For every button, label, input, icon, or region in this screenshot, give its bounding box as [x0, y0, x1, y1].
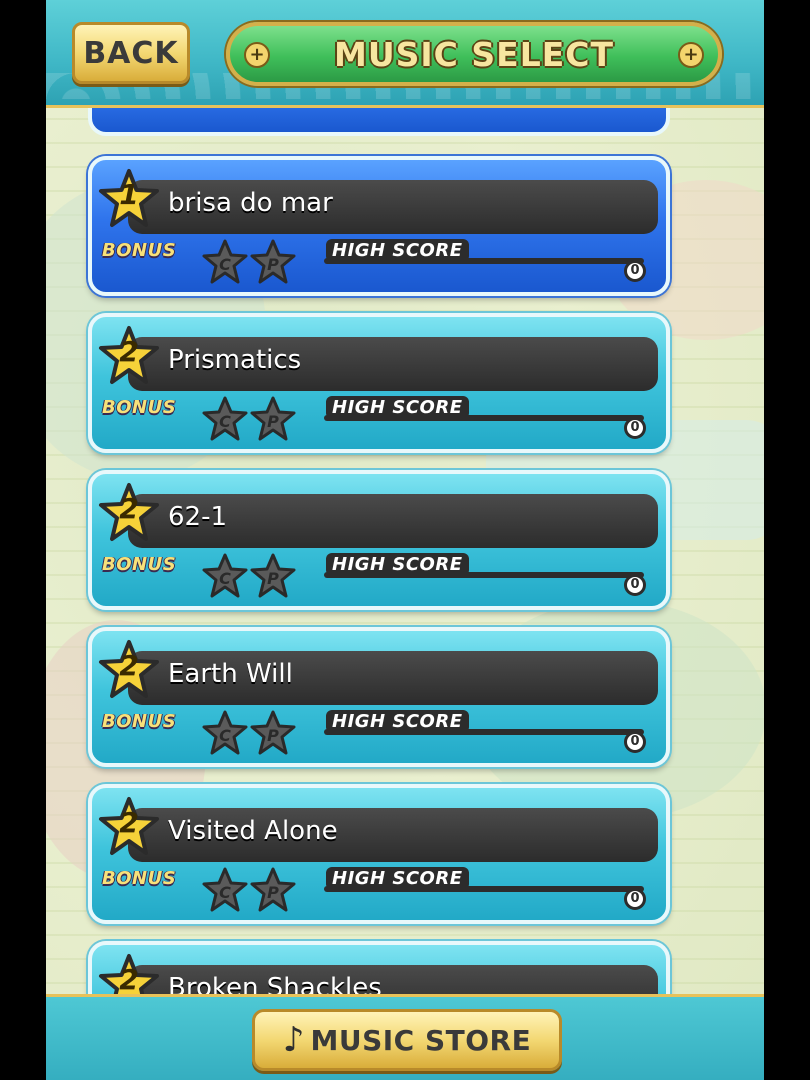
difficulty-level: 2	[119, 492, 139, 525]
medal-p-icon: P	[248, 238, 298, 288]
song-card[interactable]: 2 Prismatics BONUS C P HIGH SCORE 0	[88, 313, 670, 453]
high-score-label: HIGH SCORE	[326, 867, 469, 890]
high-score-value: 0	[624, 417, 646, 439]
title-banner: + MUSIC SELECT +	[226, 22, 722, 86]
header-bar: BACK + MUSIC SELECT +	[46, 0, 764, 108]
medal-c-icon: C	[200, 709, 250, 759]
song-card[interactable]: 1 brisa do mar BONUS C P HIGH SCORE 0	[88, 156, 670, 296]
svg-text:P: P	[267, 569, 279, 588]
bonus-label: BONUS	[102, 240, 177, 261]
high-score-label: HIGH SCORE	[326, 553, 469, 576]
high-score-value: 0	[624, 731, 646, 753]
bonus-label: BONUS	[102, 554, 177, 575]
difficulty-level: 1	[119, 178, 139, 211]
medal-c-icon: C	[200, 866, 250, 916]
svg-text:C: C	[219, 569, 231, 588]
bonus-label: BONUS	[102, 397, 177, 418]
high-score-value: 0	[624, 260, 646, 282]
difficulty-level: 2	[119, 963, 139, 996]
high-score-value: 0	[624, 888, 646, 910]
music-select-screen: 1 brisa do mar BONUS C P HIGH SCORE 0 2 Prismati…	[46, 0, 764, 1080]
song-card[interactable]: 2 62-1 BONUS C P HIGH SCORE 0	[88, 470, 670, 610]
difficulty-level: 2	[119, 806, 139, 839]
page-title: MUSIC SELECT	[334, 34, 614, 74]
medal-p-icon: P	[248, 709, 298, 759]
high-score-label: HIGH SCORE	[326, 396, 469, 419]
music-store-label: MUSIC STORE	[310, 1023, 532, 1057]
back-button[interactable]: BACK	[72, 22, 190, 84]
svg-text:C: C	[219, 883, 231, 902]
bonus-label: BONUS	[102, 868, 177, 889]
song-title: Earth Will	[168, 659, 293, 689]
svg-text:C: C	[219, 255, 231, 274]
svg-text:C: C	[219, 412, 231, 431]
high-score-label: HIGH SCORE	[326, 239, 469, 262]
music-note-icon: ♪	[282, 1020, 305, 1060]
high-score-label: HIGH SCORE	[326, 710, 469, 733]
plus-icon: +	[678, 42, 704, 68]
svg-text:P: P	[267, 883, 279, 902]
svg-text:P: P	[267, 412, 279, 431]
music-store-button[interactable]: ♪ MUSIC STORE	[252, 1009, 562, 1071]
song-card[interactable]: 2 Earth Will BONUS C P HIGH SCORE 0	[88, 627, 670, 767]
medal-p-icon: P	[248, 866, 298, 916]
song-title: brisa do mar	[168, 188, 333, 218]
svg-text:C: C	[219, 726, 231, 745]
medal-p-icon: P	[248, 552, 298, 602]
difficulty-level: 2	[119, 335, 139, 368]
song-list[interactable]: 1 brisa do mar BONUS C P HIGH SCORE 0 2 Prismati…	[46, 0, 764, 1080]
svg-text:P: P	[267, 255, 279, 274]
song-title: Visited Alone	[168, 816, 338, 846]
svg-text:P: P	[267, 726, 279, 745]
plus-icon: +	[244, 42, 270, 68]
left-letterbox	[0, 0, 46, 1080]
footer-bar: ♪ MUSIC STORE	[46, 994, 764, 1080]
song-title: Prismatics	[168, 345, 302, 375]
medal-p-icon: P	[248, 395, 298, 445]
right-letterbox	[764, 0, 810, 1080]
medal-c-icon: C	[200, 552, 250, 602]
difficulty-level: 2	[119, 649, 139, 682]
medal-c-icon: C	[200, 238, 250, 288]
bonus-label: BONUS	[102, 711, 177, 732]
song-title: 62-1	[168, 502, 228, 532]
medal-c-icon: C	[200, 395, 250, 445]
song-card[interactable]: 2 Visited Alone BONUS C P HIGH SCORE 0	[88, 784, 670, 924]
high-score-value: 0	[624, 574, 646, 596]
